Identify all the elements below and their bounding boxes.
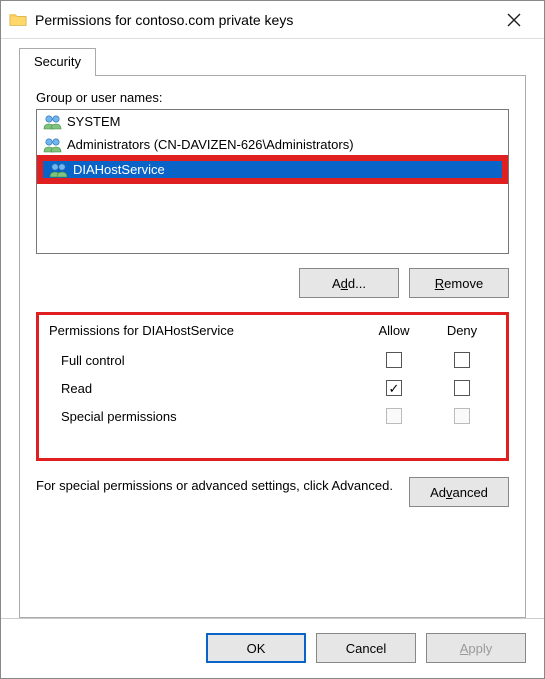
- permissions-box: Permissions for DIAHostService Allow Den…: [36, 312, 509, 461]
- list-item[interactable]: DIAHostService: [40, 158, 505, 181]
- advanced-button[interactable]: Advanced: [409, 477, 509, 507]
- permission-name: Full control: [61, 353, 360, 368]
- list-item[interactable]: Administrators (CN-DAVIZEN-626\Administr…: [37, 133, 508, 156]
- permission-row: Full control: [47, 346, 498, 374]
- tab-security[interactable]: Security: [19, 48, 96, 76]
- window-title: Permissions for contoso.com private keys: [35, 12, 494, 28]
- group-list-label: Group or user names:​ G: [36, 90, 509, 105]
- permissions-dialog: Permissions for contoso.com private keys…: [0, 0, 545, 679]
- list-item[interactable]: SYSTEM: [37, 110, 508, 133]
- dialog-footer: OK Cancel Apply: [1, 618, 544, 678]
- allow-checkbox[interactable]: [386, 380, 402, 396]
- apply-button[interactable]: Apply: [426, 633, 526, 663]
- content-area: Security Group or user names:​ G SYSTEM A…: [1, 39, 544, 618]
- close-icon: [507, 13, 521, 27]
- permission-row: Special permissions: [47, 402, 498, 430]
- permissions-for-label: Permissions for DIAHostService: [49, 323, 360, 338]
- permissions-header: Permissions for DIAHostService Allow Den…: [47, 317, 498, 346]
- advanced-text: For special permissions or advanced sett…: [36, 477, 395, 495]
- deny-checkbox: [454, 408, 470, 424]
- advanced-row: For special permissions or advanced sett…: [36, 477, 509, 507]
- deny-checkbox[interactable]: [454, 352, 470, 368]
- deny-column-header: Deny: [428, 323, 496, 338]
- permission-name: Special permissions: [61, 409, 360, 424]
- list-item-label: Administrators (CN-DAVIZEN-626\Administr…: [67, 137, 354, 152]
- cancel-button[interactable]: Cancel: [316, 633, 416, 663]
- folder-icon: [9, 12, 27, 27]
- list-item-label: DIAHostService: [73, 162, 165, 177]
- allow-checkbox: [386, 408, 402, 424]
- users-icon: [43, 113, 63, 131]
- titlebar: Permissions for contoso.com private keys: [1, 1, 544, 39]
- security-panel: Group or user names:​ G SYSTEM Administra…: [19, 75, 526, 618]
- permission-row: Read: [47, 374, 498, 402]
- allow-checkbox[interactable]: [386, 352, 402, 368]
- close-button[interactable]: [494, 5, 534, 35]
- list-button-row: Add... Remove: [36, 268, 509, 298]
- deny-checkbox[interactable]: [454, 380, 470, 396]
- allow-column-header: Allow: [360, 323, 428, 338]
- group-listbox[interactable]: SYSTEM Administrators (CN-DAVIZEN-626\Adm…: [36, 109, 509, 254]
- list-item-label: SYSTEM: [67, 114, 120, 129]
- add-button[interactable]: Add...: [299, 268, 399, 298]
- users-icon: [49, 161, 69, 179]
- remove-button[interactable]: Remove: [409, 268, 509, 298]
- tab-strip: Security: [19, 47, 526, 75]
- label-text: Group or user names:: [36, 90, 162, 105]
- permission-name: Read: [61, 381, 360, 396]
- users-icon: [43, 136, 63, 154]
- ok-button[interactable]: OK: [206, 633, 306, 663]
